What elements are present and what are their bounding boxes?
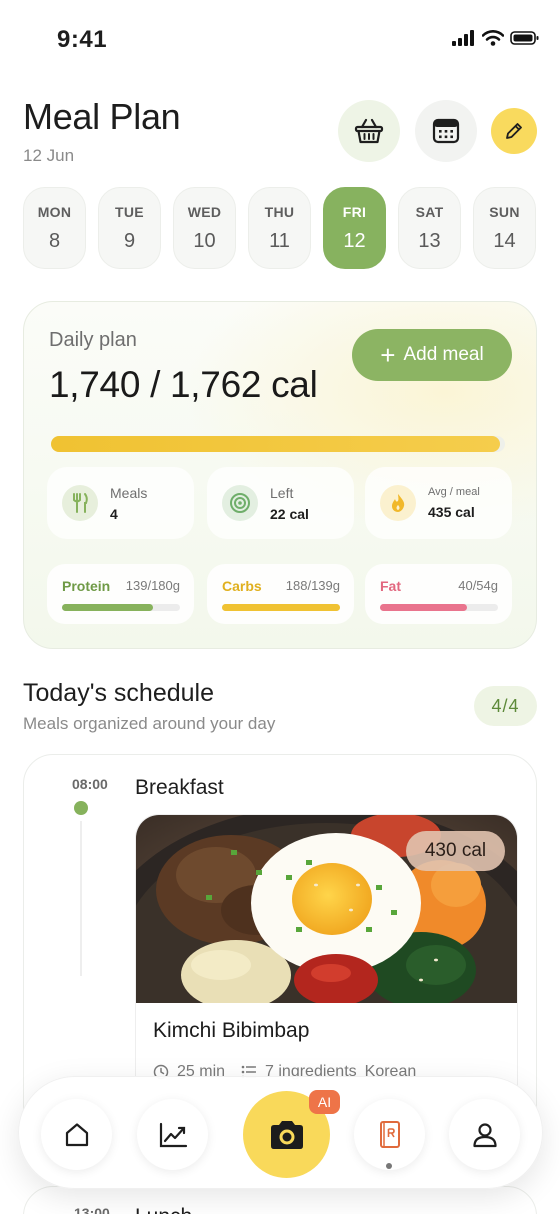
- daily-calories: 1,740 / 1,762 cal: [49, 364, 318, 405]
- signal-icon: [452, 30, 474, 46]
- day-number: 9: [123, 229, 136, 252]
- macro-bar: [222, 604, 340, 611]
- daily-plan-card: Daily plan 1,740 / 1,762 cal + Add meal …: [23, 301, 537, 649]
- macro-bar: [62, 604, 180, 611]
- calorie-progress-bar: [51, 436, 505, 452]
- meal-time: 08:00: [72, 776, 108, 792]
- day-name: FRI: [342, 203, 367, 220]
- day-fri[interactable]: FRI 12: [323, 187, 386, 269]
- stat-value: 4: [110, 506, 118, 522]
- flame-icon: [380, 485, 416, 521]
- schedule-subtitle: Meals organized around your day: [23, 714, 276, 733]
- stat-meals: Meals 4: [47, 467, 194, 539]
- camera-icon: [270, 1120, 303, 1149]
- edit-button[interactable]: [491, 108, 537, 154]
- day-sun[interactable]: SUN 14: [473, 187, 536, 269]
- day-number: 11: [269, 229, 290, 252]
- status-time: 9:41: [57, 26, 108, 53]
- page-date: 12 Jun: [23, 146, 75, 165]
- basket-icon: [354, 118, 384, 144]
- day-name: SAT: [415, 203, 444, 220]
- active-indicator-dot: [386, 1163, 392, 1169]
- nav-recipes-button[interactable]: [354, 1099, 425, 1170]
- nav-profile-button[interactable]: [449, 1099, 520, 1170]
- stat-value: 22 cal: [270, 506, 309, 522]
- recipe-book-icon: [379, 1120, 400, 1148]
- schedule-count-badge: 4/4: [474, 686, 537, 726]
- nav-stats-button[interactable]: [137, 1099, 208, 1170]
- calorie-progress-fill: [51, 436, 500, 452]
- bottom-nav: AI: [18, 1076, 543, 1189]
- day-name: WED: [187, 203, 222, 220]
- schedule-title: Today's schedule: [23, 679, 215, 707]
- battery-icon: [510, 31, 539, 45]
- status-bar: 9:41: [0, 0, 560, 80]
- dish-name: Kimchi Bibimbap: [153, 1019, 310, 1042]
- day-number: 12: [343, 229, 366, 252]
- macro-fat: Fat 40/54g: [365, 564, 512, 624]
- macro-name: Fat: [380, 578, 401, 594]
- day-number: 13: [418, 229, 441, 252]
- status-icons: [452, 30, 540, 46]
- macro-carbs: Carbs 188/139g: [207, 564, 354, 624]
- ai-badge: AI: [309, 1090, 340, 1114]
- stat-avg: Avg / meal 435 cal: [365, 467, 512, 539]
- add-meal-label: Add meal: [403, 344, 484, 365]
- day-name: TUE: [115, 203, 144, 220]
- utensils-icon: [62, 485, 98, 521]
- plus-icon: +: [380, 340, 396, 370]
- day-thu[interactable]: THU 11: [248, 187, 311, 269]
- macro-bar: [380, 604, 498, 611]
- meal-name: Breakfast: [135, 776, 224, 799]
- macro-bar-fill: [222, 604, 340, 611]
- target-icon: [222, 485, 258, 521]
- day-sat[interactable]: SAT 13: [398, 187, 461, 269]
- add-meal-button[interactable]: + Add meal: [352, 329, 512, 381]
- calendar-icon: [432, 118, 460, 144]
- meal-card-lunch: 13:00 Lunch: [23, 1186, 537, 1214]
- stat-left: Left 22 cal: [207, 467, 354, 539]
- macro-value: 139/180g: [125, 578, 180, 593]
- macro-name: Protein: [62, 578, 111, 594]
- calendar-button[interactable]: [415, 100, 477, 162]
- shopping-basket-button[interactable]: [338, 100, 400, 162]
- day-number: 8: [48, 229, 61, 252]
- nav-home-button[interactable]: [41, 1099, 112, 1170]
- day-number: 14: [493, 229, 516, 252]
- macro-value: 188/139g: [285, 578, 340, 593]
- timeline-line: [80, 821, 82, 976]
- page-title: Meal Plan: [23, 96, 181, 137]
- day-name: MON: [37, 203, 72, 220]
- chart-trend-icon: [159, 1122, 187, 1147]
- macro-name: Carbs: [222, 578, 262, 594]
- home-icon: [65, 1122, 88, 1146]
- macro-bar-fill: [62, 604, 153, 611]
- stat-label: Avg / meal: [428, 486, 480, 498]
- pencil-icon: [506, 123, 522, 139]
- day-mon[interactable]: MON 8: [23, 187, 86, 269]
- day-name: THU: [264, 203, 295, 220]
- day-tue[interactable]: TUE 9: [98, 187, 161, 269]
- meal-time: 13:00: [74, 1205, 110, 1214]
- stat-value: 435 cal: [428, 504, 475, 520]
- wifi-icon: [482, 30, 504, 46]
- macro-value: 40/54g: [458, 578, 498, 593]
- meal-name: Lunch: [135, 1205, 192, 1214]
- dish-calorie-badge: 430 cal: [406, 831, 505, 871]
- user-icon: [472, 1122, 497, 1147]
- day-wed[interactable]: WED 10: [173, 187, 236, 269]
- week-day-selector: MON 8 TUE 9 WED 10 THU 11 FRI 12 SAT 13 SUN 14: [23, 187, 536, 269]
- stat-label: Left: [270, 485, 294, 501]
- daily-plan-label: Daily plan: [49, 329, 137, 351]
- macro-bar-fill: [380, 604, 468, 611]
- macro-protein: Protein 139/180g: [47, 564, 194, 624]
- timeline-dot: [74, 801, 88, 815]
- day-name: SUN: [489, 203, 520, 220]
- day-number: 10: [193, 229, 216, 252]
- stat-label: Meals: [110, 485, 148, 501]
